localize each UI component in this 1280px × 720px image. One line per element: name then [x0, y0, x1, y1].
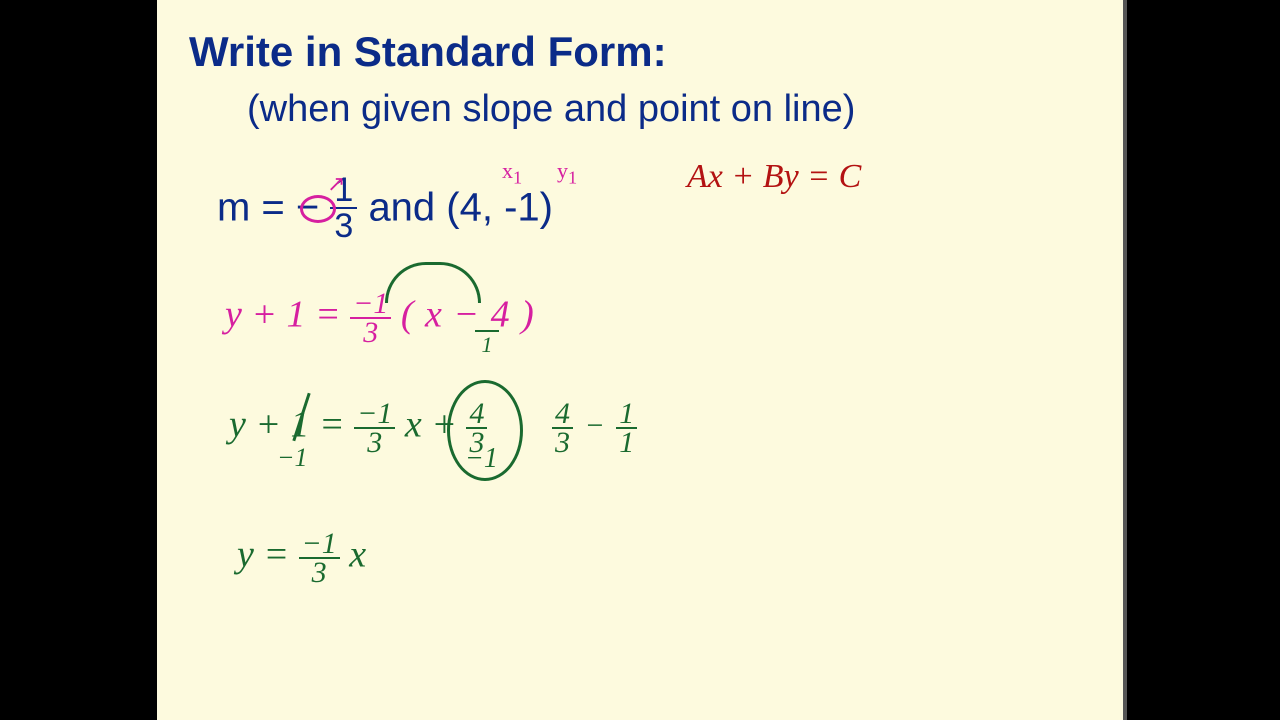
- line2-x: x: [405, 404, 422, 446]
- side-frac-a: 4 3: [552, 400, 573, 456]
- given-close: ): [540, 186, 553, 230]
- given-and: and (: [368, 186, 459, 230]
- line1-den: 3: [350, 319, 391, 346]
- line1-left: y + 1 =: [225, 294, 341, 336]
- neg1-below-text: −1: [277, 443, 308, 472]
- under-one-value: 1: [482, 332, 493, 357]
- y1-label: y1: [557, 158, 577, 188]
- side-minus: −: [585, 409, 605, 442]
- standard-form-formula: Ax + By = C: [687, 158, 861, 196]
- line3-slope-fraction: −1 3: [299, 530, 340, 586]
- page-title: Write in Standard Form:: [189, 28, 667, 76]
- side-work: 4 3 − 1 1: [552, 400, 637, 456]
- circle-minus-annotation: [300, 195, 336, 223]
- x1-label: x1: [502, 158, 522, 188]
- line3-x: x: [349, 534, 366, 576]
- neg1-below-cancel: −1: [277, 445, 308, 471]
- given-comma: ,: [482, 186, 504, 230]
- given-m-prefix: m =: [217, 186, 296, 230]
- side-frac-a-num: 4: [552, 400, 573, 429]
- line2-slope-fraction: −1 3: [354, 400, 395, 456]
- distribute-arc: [385, 262, 481, 303]
- side-frac-b: 1 1: [616, 400, 637, 456]
- neg1-inside-oval: −1: [465, 445, 498, 473]
- y1-label-letter: y: [557, 158, 568, 183]
- line2-den: 3: [354, 429, 395, 456]
- x1-label-sub: 1: [513, 167, 522, 187]
- y1-label-sub: 1: [568, 167, 577, 187]
- side-frac-b-den: 1: [616, 429, 637, 456]
- line3-left: y =: [237, 534, 299, 576]
- x1-label-letter: x: [502, 158, 513, 183]
- line3-den: 3: [299, 559, 340, 586]
- slide-canvas: Write in Standard Form: (when given slop…: [157, 0, 1127, 720]
- page-subtitle: (when given slope and point on line): [247, 88, 855, 131]
- line2-y-plus: y +: [229, 404, 291, 446]
- line2-equals: =: [310, 404, 355, 446]
- under-one-annotation: 1: [475, 330, 499, 358]
- line3-num: −1: [299, 530, 340, 559]
- neg1-inside-text: −1: [465, 443, 498, 474]
- given-y: -1: [504, 186, 540, 230]
- given-x: 4: [460, 186, 482, 230]
- line2-num: −1: [354, 400, 395, 429]
- side-frac-a-den: 3: [552, 429, 573, 456]
- side-frac-b-num: 1: [616, 400, 637, 429]
- work-line-3: y = −1 3 x: [237, 530, 366, 586]
- arrow-to-numerator: ↗: [327, 171, 345, 197]
